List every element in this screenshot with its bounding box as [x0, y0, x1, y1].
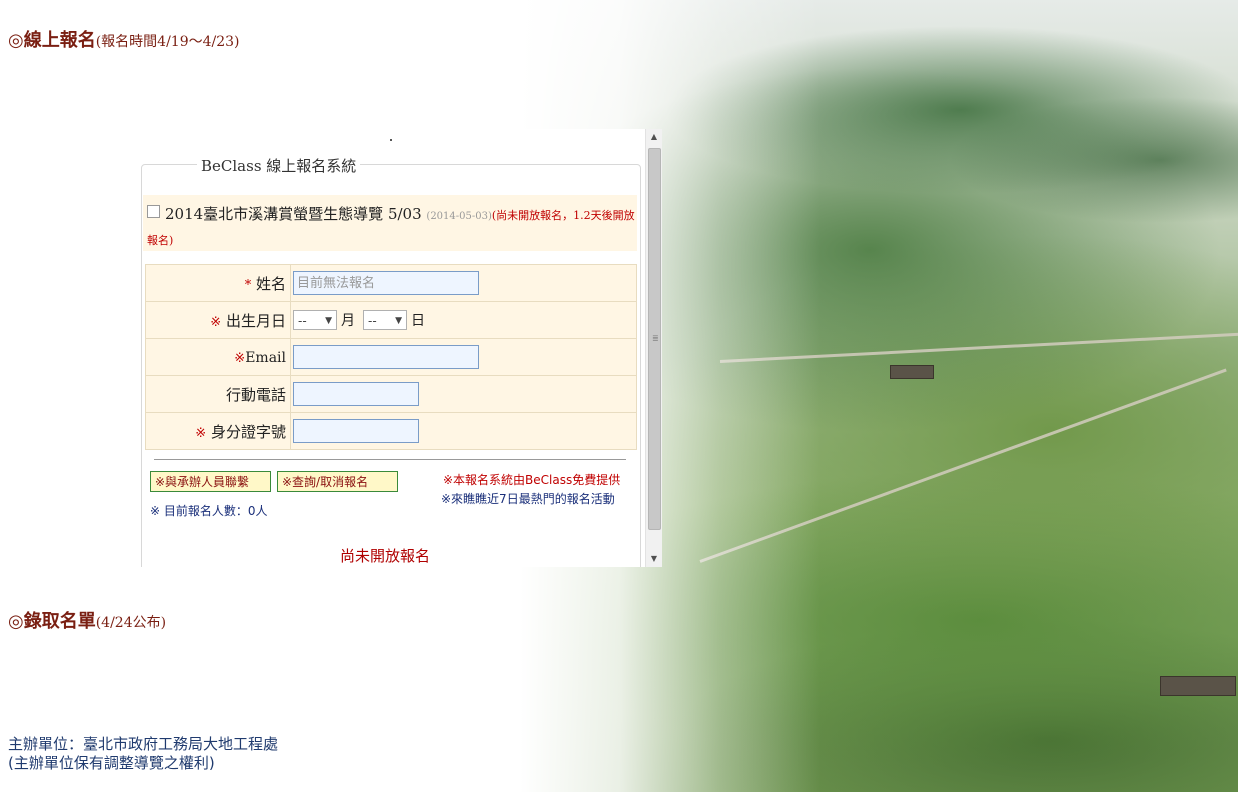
scrollbar[interactable]: ▲ = = ▼: [645, 129, 662, 567]
month-select[interactable]: -- ▼: [293, 310, 337, 331]
email-input-cell: [290, 338, 637, 376]
closed-notice: 尚未開放報名: [340, 547, 431, 565]
email-input[interactable]: [293, 345, 479, 369]
beclass-free-link[interactable]: ※本報名系統由BeClass免費提供: [443, 471, 620, 488]
form-row-email: ※Email: [145, 338, 637, 376]
day-select[interactable]: -- ▼: [363, 310, 407, 331]
organizer-line: 主辦單位：臺北市政府工務局大地工程處: [8, 735, 279, 753]
organizer-info: 主辦單位：臺北市政府工務局大地工程處 (主辦單位保有調整導覽之權利): [8, 735, 278, 773]
id-label-cell: ※ 身分證字號: [145, 412, 291, 450]
divider: [154, 459, 626, 460]
name-input-cell: 目前無法報名: [290, 264, 637, 302]
chevron-down-icon: ▼: [395, 316, 402, 327]
name-label-cell: * 姓名: [145, 264, 291, 302]
required-mark: ※: [195, 425, 207, 441]
id-input-cell: [290, 412, 637, 450]
scroll-down-arrow-icon[interactable]: ▼: [646, 551, 662, 567]
mobile-label: 行動電話: [225, 385, 286, 404]
email-label-cell: ※Email: [145, 338, 291, 376]
name-label: 姓名: [255, 274, 286, 293]
event-title-line: 2014臺北市溪溝賞螢暨生態導覽 5/03 (2014-05-03)(尚未開放報…: [147, 203, 637, 252]
registrant-count: ※ 目前報名人數：0人: [150, 504, 268, 518]
hot-events-link[interactable]: ※來瞧瞧近7日最熱門的報名活動: [441, 490, 615, 507]
event-title: 2014臺北市溪溝賞螢暨生態導覽 5/03: [165, 205, 422, 223]
email-label: Email: [245, 350, 286, 366]
contact-organizer-button[interactable]: ※與承辦人員聯繫: [150, 471, 271, 492]
id-number-input[interactable]: [293, 419, 419, 443]
frame-dot: [390, 139, 392, 141]
registration-heading-note: (報名時間4/19～4/23): [95, 34, 240, 50]
admission-heading-note: (4/24公布): [95, 615, 167, 631]
name-input[interactable]: 目前無法報名: [293, 271, 479, 295]
event-box: 2014臺北市溪溝賞螢暨生態導覽 5/03 (2014-05-03)(尚未開放報…: [143, 195, 637, 251]
registration-heading: ◎線上報名(報名時間4/19～4/23): [8, 26, 240, 52]
day-unit: 日: [411, 313, 425, 330]
form-row-mobile: 行動電話: [145, 375, 637, 413]
scrollbar-grip-icon: = =: [652, 332, 659, 344]
mobile-input-cell: [290, 375, 637, 413]
birthday-input-cell: -- ▼ 月 -- ▼ 日: [290, 301, 637, 339]
day-select-value: --: [368, 314, 377, 329]
organizer-disclaimer: (主辦單位保有調整導覽之權利): [8, 754, 215, 772]
scroll-up-arrow-icon[interactable]: ▲: [646, 129, 662, 145]
id-label: 身分證字號: [210, 422, 286, 441]
registration-heading-title: ◎線上報名: [8, 30, 96, 51]
event-checkbox[interactable]: [147, 205, 160, 218]
registration-form: * 姓名 目前無法報名 ※ 出生月日 -- ▼ 月 -- ▼ 日 ※Email 行動電話 …: [145, 264, 637, 450]
mobile-label-cell: 行動電話: [145, 375, 291, 413]
event-date: (2014-05-03): [426, 211, 492, 222]
required-mark: ※: [210, 314, 222, 330]
chevron-down-icon: ▼: [325, 316, 332, 327]
form-row-birthday: ※ 出生月日 -- ▼ 月 -- ▼ 日: [145, 301, 637, 339]
required-mark: ※: [234, 351, 246, 366]
admission-heading: ◎錄取名單(4/24公布): [8, 607, 166, 633]
admission-heading-title: ◎錄取名單: [8, 611, 96, 632]
form-row-id: ※ 身分證字號: [145, 412, 637, 450]
form-row-name: * 姓名 目前無法報名: [145, 264, 637, 302]
beclass-legend: BeClass 線上報名系統: [197, 155, 361, 176]
scrollbar-thumb[interactable]: = =: [648, 148, 661, 530]
mobile-input[interactable]: [293, 382, 419, 406]
query-cancel-button[interactable]: ※查詢/取消報名: [277, 471, 398, 492]
month-unit: 月: [341, 313, 355, 330]
month-select-value: --: [298, 314, 307, 329]
birthday-label-cell: ※ 出生月日: [145, 301, 291, 339]
birthday-label: 出生月日: [225, 311, 286, 330]
required-star: *: [244, 277, 252, 293]
beclass-iframe: BeClass 線上報名系統 2014臺北市溪溝賞螢暨生態導覽 5/03 (20…: [141, 129, 662, 567]
